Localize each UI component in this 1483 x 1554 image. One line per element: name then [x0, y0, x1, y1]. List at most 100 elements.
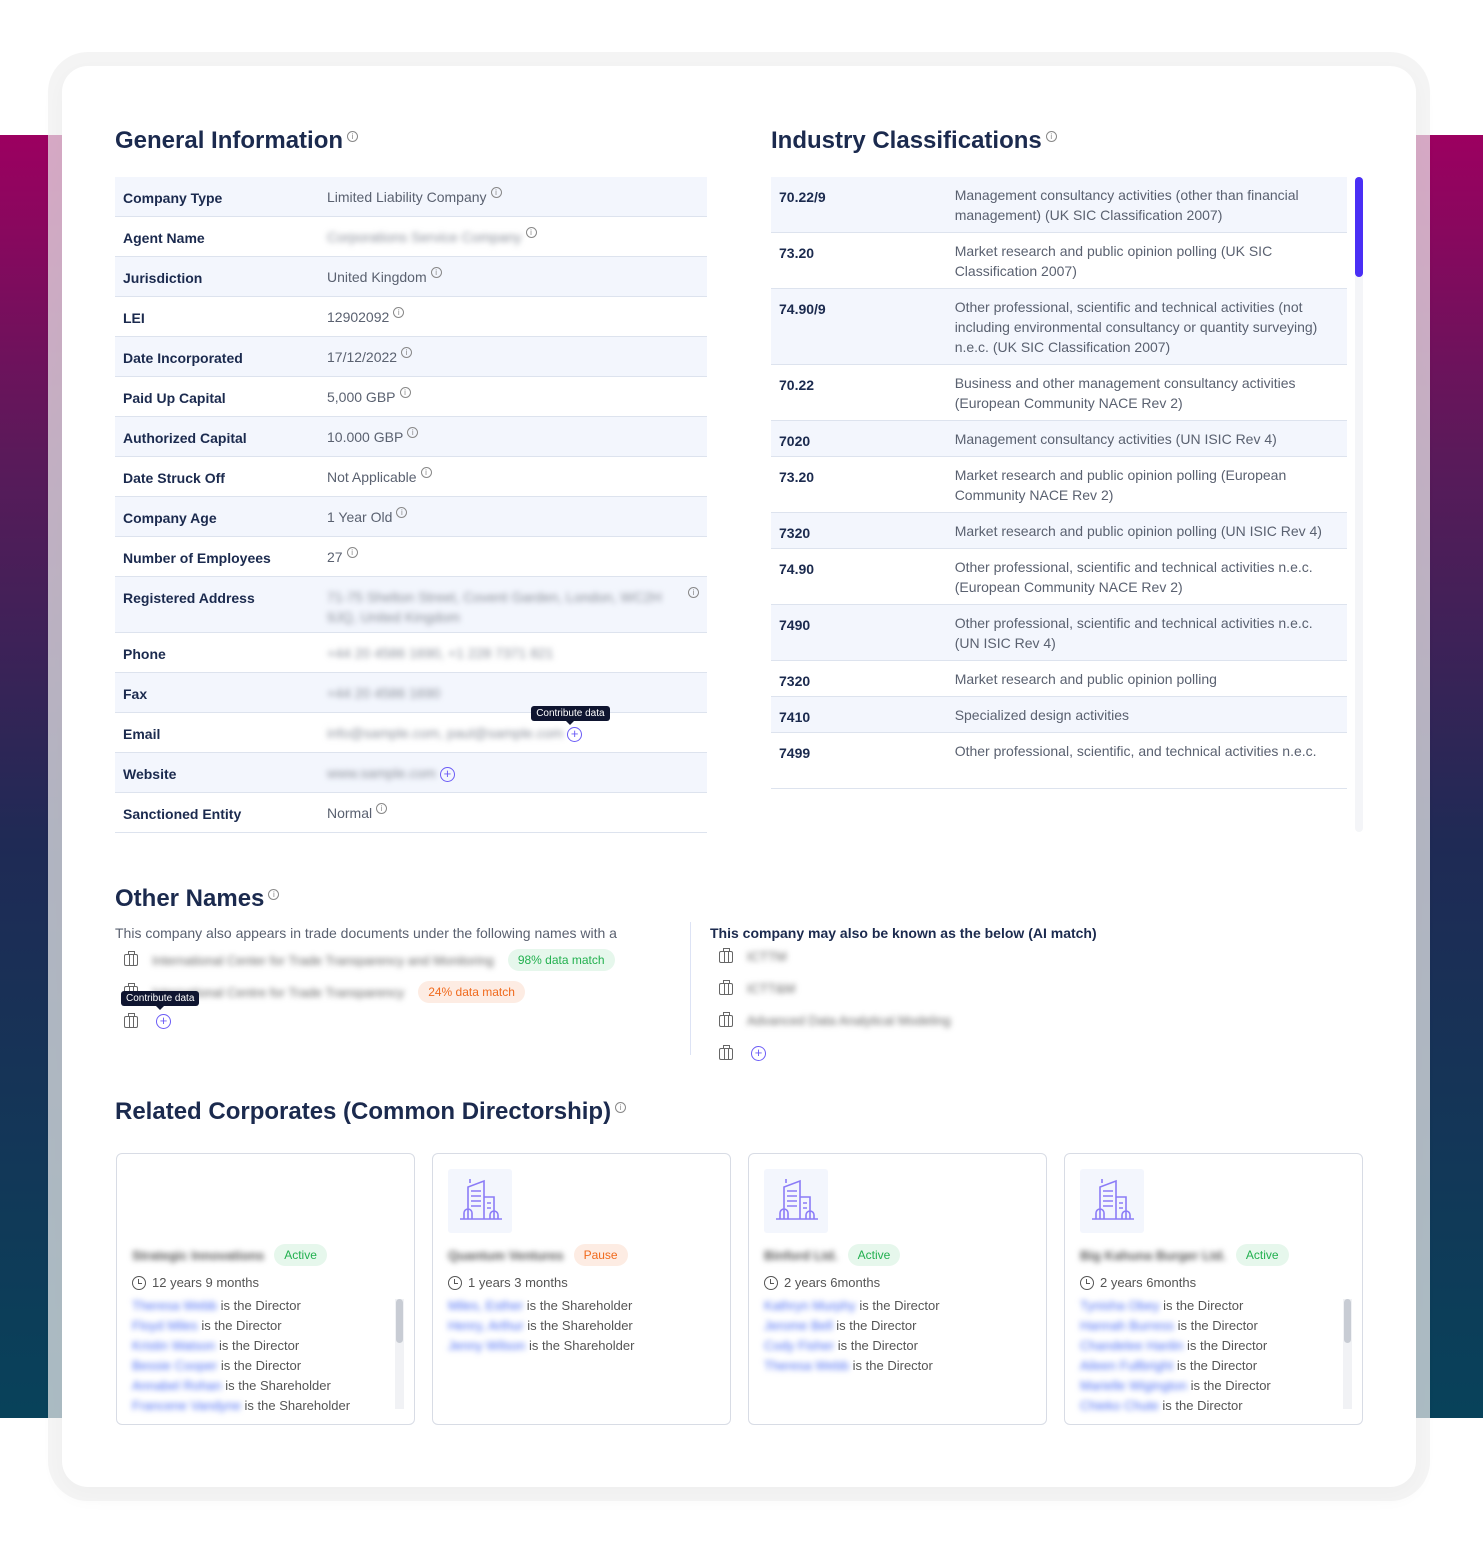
relation-line: Kathryn Murphy is the Director [764, 1296, 940, 1316]
person-link[interactable]: Tynisha Obey [1080, 1298, 1160, 1313]
match-badge: 98% data match [507, 949, 615, 971]
relation-line: Tynisha Obey is the Director [1080, 1296, 1271, 1316]
building-icon [448, 1169, 512, 1233]
duration: 2 years 6months [784, 1275, 881, 1290]
info-icon[interactable]: i [430, 267, 442, 278]
sic-description: Specialized design activities [954, 707, 1130, 723]
corporate-name[interactable]: Big Kahuna Burger Ltd. [1080, 1248, 1226, 1263]
person-link[interactable]: Cody Fisher [764, 1338, 834, 1353]
relation-role: is the Shareholder [225, 1378, 331, 1393]
industry-row: 7320 Market research and public opinion p… [771, 513, 1347, 549]
related-corporate-card[interactable]: Binford Ltd. Active 2 years 6months Kathryn… [748, 1153, 1047, 1425]
relation-role: is the Director [859, 1298, 940, 1313]
contribute-tooltip: Contribute data [531, 705, 610, 725]
general-info-row: Fax +44 20 4586 1690 [115, 673, 707, 713]
row-label: Website [123, 766, 177, 782]
general-info-row: Paid Up Capital 5,000 GBP i [115, 377, 707, 417]
info-icon[interactable]: i [268, 889, 280, 900]
sic-description: Market research and public opinion polli… [954, 467, 1287, 503]
person-link[interactable]: Theresa Webb [132, 1298, 217, 1313]
relation-role: is the Director [1190, 1378, 1271, 1393]
general-info-row: Date Struck Off Not Applicable i [115, 457, 707, 497]
row-label: Date Incorporated [123, 350, 243, 366]
info-icon[interactable]: i [420, 467, 432, 478]
relation-line: Francene Vandyne is the Shareholder [132, 1396, 350, 1416]
sic-description: Market research and public opinion polli… [954, 671, 1217, 687]
info-icon[interactable]: i [615, 1102, 627, 1113]
person-link[interactable]: Kristin Watson [132, 1338, 215, 1353]
info-icon[interactable]: i [399, 387, 411, 398]
divider [690, 922, 691, 1055]
info-icon[interactable]: i [1045, 131, 1057, 142]
scrollbar-thumb[interactable] [396, 1299, 403, 1343]
sic-code: 7499 [779, 745, 811, 761]
info-icon[interactable]: i [688, 587, 699, 598]
row-value: 71-75 Shelton Street, Covent Garden, Lon… [327, 589, 662, 625]
scrollbar-thumb[interactable] [1344, 1299, 1351, 1343]
general-info-title: General Information i [115, 127, 359, 155]
clock-icon [448, 1275, 462, 1290]
info-icon[interactable]: i [347, 131, 359, 142]
corporate-name[interactable]: Binford Ltd. [764, 1248, 838, 1263]
duration: 12 years 9 months [152, 1275, 259, 1290]
add-data-icon[interactable]: + [439, 766, 455, 782]
relation-line: Cody Fisher is the Director [764, 1336, 940, 1356]
title-text: Other Names [115, 885, 265, 912]
relation-role: is the Director [1186, 1338, 1268, 1353]
other-name: International Center for Trade Transpare… [152, 952, 494, 968]
related-corporate-card[interactable]: Quantum Ventures Pause 1 years 3 months Mil… [432, 1153, 731, 1425]
person-link[interactable]: Aileen Fullbright [1080, 1358, 1173, 1373]
corporate-name[interactable]: Strategic Innovations [132, 1248, 264, 1263]
info-icon[interactable]: i [407, 427, 419, 438]
card-scrollbar[interactable] [1343, 1299, 1352, 1409]
add-data-icon[interactable]: + Contribute data [121, 991, 200, 1029]
person-link[interactable]: Annabel Rohan [132, 1378, 222, 1393]
info-icon[interactable]: i [393, 307, 405, 318]
person-link[interactable]: Hannah Burress [1080, 1318, 1174, 1333]
related-corporate-card[interactable]: Big Kahuna Burger Ltd. Active 2 years 6mon… [1064, 1153, 1363, 1425]
info-icon[interactable]: i [401, 347, 413, 358]
info-icon[interactable]: i [490, 187, 502, 198]
industry-scrollbar[interactable] [1355, 177, 1363, 832]
match-badge: 24% data match [418, 981, 525, 1003]
relation-line: Chandelee Hanlin is the Director [1080, 1336, 1271, 1356]
person-link[interactable]: Floyd Miles [132, 1318, 198, 1333]
add-other-name[interactable]: + Contribute data [121, 991, 200, 1029]
person-link[interactable]: Miles, Esther [448, 1298, 523, 1313]
title-text: Related Corporates (Common Directorship) [115, 1098, 612, 1125]
info-icon[interactable]: i [346, 547, 358, 558]
info-icon[interactable]: i [525, 227, 537, 238]
person-link[interactable]: Chandelee Hanlin [1080, 1338, 1183, 1353]
general-info-table: Company Type Limited Liability Company i Ag… [115, 177, 707, 833]
person-link[interactable]: Theresa Webb [764, 1358, 849, 1373]
card-scrollbar[interactable] [395, 1299, 404, 1409]
person-link[interactable]: Henry, Arthur [448, 1318, 524, 1333]
scrollbar-thumb[interactable] [1355, 177, 1363, 277]
person-link[interactable]: Jerome Bell [764, 1318, 833, 1333]
add-ai-name[interactable]: + [719, 1044, 766, 1061]
add-data-icon[interactable]: + [751, 1046, 766, 1061]
row-value: Not Applicable [327, 469, 417, 485]
person-link[interactable]: Kathryn Murphy [764, 1298, 856, 1313]
relation-role: is the Director [201, 1318, 282, 1333]
info-icon[interactable]: i [396, 507, 408, 518]
row-label: Phone [123, 646, 166, 662]
person-link[interactable]: Chieko Chute [1080, 1398, 1159, 1413]
person-link[interactable]: Bessie Cooper [132, 1358, 217, 1373]
row-value: 10.000 GBP [327, 429, 404, 445]
corporate-name[interactable]: Quantum Ventures [448, 1248, 564, 1263]
sic-code: 73.20 [779, 469, 815, 485]
relation-role: is the Director [220, 1358, 302, 1373]
info-icon[interactable]: i [376, 803, 388, 814]
person-link[interactable]: Marielle Wigington [1080, 1378, 1187, 1393]
general-info-row: LEI 12902092 i [115, 297, 707, 337]
person-link[interactable]: Francene Vandyne [132, 1398, 241, 1413]
relation-line: Marielle Wigington is the Director [1080, 1376, 1271, 1396]
relation-role: is the Director [1177, 1318, 1258, 1333]
related-corporate-card[interactable]: Strategic Innovations Active 12 years 9 mo… [116, 1153, 415, 1425]
add-data-icon[interactable]: + Contribute data [531, 705, 610, 742]
sic-code: 70.22 [779, 377, 815, 393]
relation-role: is the Shareholder [528, 1338, 635, 1353]
person-link[interactable]: Jenny Wilson [448, 1338, 525, 1353]
industry-row: 7499 Other professional, scientific, and … [771, 733, 1347, 789]
